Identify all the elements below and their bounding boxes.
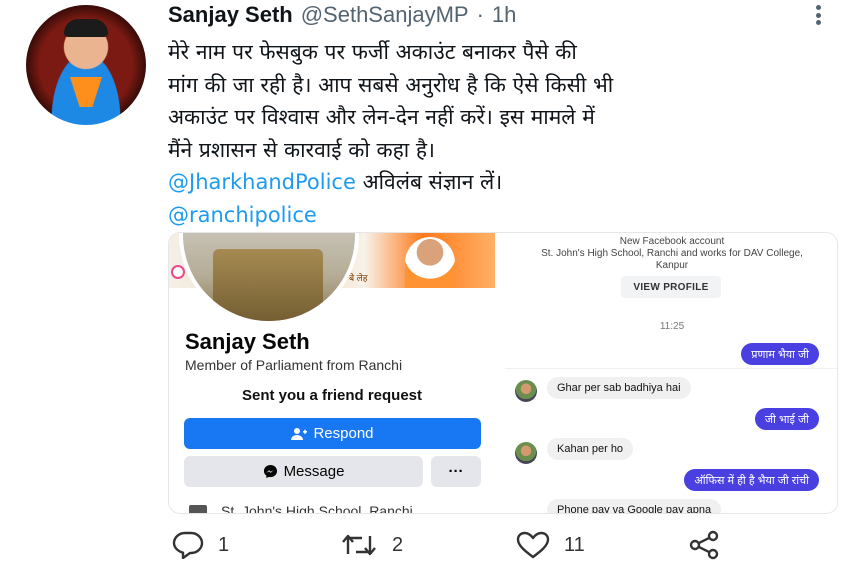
tweet-media[interactable]: बे लेह Sanjay Seth Member of Parliament …	[168, 232, 838, 514]
heart-icon	[516, 531, 550, 559]
friend-request-text: Sent you a friend request	[241, 387, 423, 404]
retweet-icon	[342, 534, 376, 556]
briefcase-icon	[189, 505, 207, 513]
tweet-header: Sanjay Seth @SethSanjayMP · 1h	[168, 2, 516, 28]
more-icon[interactable]	[808, 4, 828, 26]
more-options-button: ···	[431, 456, 481, 487]
retweet-count: 2	[392, 533, 404, 556]
message-in: Phone pay va Google pay apna	[547, 499, 722, 513]
share-icon	[689, 530, 719, 560]
share-button[interactable]	[688, 530, 720, 560]
retweet-button[interactable]: 2	[340, 530, 403, 560]
message-in: Ghar per sab badhiya hai	[547, 377, 691, 399]
message-out: प्रणाम भैया जी	[741, 343, 819, 365]
account-label: New Facebook account	[619, 236, 725, 247]
message-in: Kahan per ho	[547, 438, 634, 460]
cover-person	[405, 237, 455, 288]
account-info: St. John's High School, Ranchi and works…	[541, 248, 803, 271]
avatar-scarf	[70, 77, 102, 107]
sender-avatar	[515, 380, 537, 402]
tweet-line: मैंने प्रशासन से कारवाई को कहा है।	[168, 137, 435, 162]
sender-avatar	[515, 442, 537, 464]
author-handle[interactable]: @SethSanjayMP	[301, 2, 469, 28]
avatar-hair	[64, 19, 108, 37]
chat-time: 11:25	[659, 321, 685, 332]
like-count: 11	[564, 533, 585, 556]
fb-profile-name: Sanjay Seth	[185, 329, 310, 354]
facebook-screenshot: बे लेह Sanjay Seth Member of Parliament …	[169, 233, 495, 514]
cover-label: बे लेह	[349, 273, 368, 283]
respond-label: Respond	[313, 425, 374, 442]
reply-button[interactable]: 1	[172, 530, 229, 560]
fb-profile-role: Member of Parliament from Ranchi	[185, 357, 403, 373]
author-name[interactable]: Sanjay Seth	[168, 2, 293, 28]
tweet-text: मेरे नाम पर फेसबुक पर फर्जी अकाउंट बनाकर…	[168, 36, 848, 231]
cover-badge-icon	[171, 265, 185, 279]
like-button[interactable]: 11	[516, 530, 585, 560]
messenger-screenshot: New Facebook account St. John's High Sch…	[505, 233, 837, 513]
author-avatar[interactable]	[26, 5, 146, 125]
lectern-image	[213, 249, 323, 321]
tweet-line-mention: @JharkhandPolice अविलंब संज्ञान लें।	[168, 166, 848, 199]
fb-school-partial: St. John's High School, Ranchi	[221, 503, 413, 514]
messenger-icon	[263, 464, 277, 479]
tweet-line: मेरे नाम पर फेसबुक पर फर्जी अकाउंट बनाकर…	[168, 40, 577, 64]
reply-icon	[172, 531, 204, 559]
reply-count: 1	[218, 533, 230, 556]
messenger-header: New Facebook account St. John's High Sch…	[505, 233, 837, 369]
tweet-line-mention: @ranchipolice	[168, 199, 848, 232]
message-out: जी भाई जी	[754, 408, 819, 430]
mention-ranchi-police[interactable]: @ranchipolice	[168, 203, 317, 227]
view-profile-button: VIEW PROFILE	[621, 276, 721, 298]
mention-suffix: अविलंब संज्ञान लें।	[355, 170, 503, 194]
message-label: Message	[283, 463, 345, 480]
respond-button: Respond	[184, 418, 481, 449]
header-separator: ·	[476, 2, 484, 27]
message-out: ऑफिस में ही है भैया जी रांची	[684, 469, 819, 491]
profile-picture	[179, 233, 359, 325]
tweet-line: मांग की जा रही है। आप सबसे अनुरोध है कि …	[168, 72, 614, 97]
message-button: Message	[184, 456, 423, 487]
mention-jharkhand-police[interactable]: @JharkhandPolice	[168, 170, 356, 194]
add-person-icon	[291, 427, 308, 440]
tweet-time[interactable]: 1h	[492, 2, 516, 28]
tweet-line: अकाउंट पर विश्वास और लेन-देन नहीं करें। …	[168, 105, 595, 129]
tweet-actions: 1 2 11	[168, 530, 728, 560]
